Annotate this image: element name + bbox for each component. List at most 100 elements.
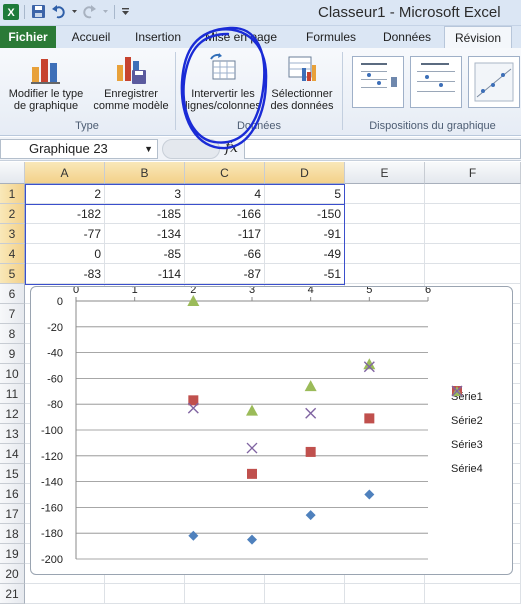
row-header-21[interactable]: 21: [0, 584, 25, 604]
cell-d1[interactable]: 5: [265, 184, 345, 204]
save-as-template-label: Enregistrer comme modèle: [93, 88, 169, 112]
column-header-f[interactable]: F: [425, 162, 521, 184]
row-header-15[interactable]: 15: [0, 464, 25, 484]
chart-object[interactable]: 0 -20 -40 -60 -80 -100 -120 -140 -160 -180 -200 0 1 2…: [30, 286, 513, 575]
cell-d2[interactable]: -150: [265, 204, 345, 224]
excel-logo-icon[interactable]: X: [2, 3, 19, 20]
cell-c3[interactable]: -117: [185, 224, 265, 244]
change-chart-type-button[interactable]: Modifier le type de graphique: [2, 52, 90, 112]
cell-f5[interactable]: [425, 264, 521, 284]
formula-input[interactable]: [244, 139, 521, 159]
cell-f3[interactable]: [425, 224, 521, 244]
x-tick-label: 6: [425, 287, 431, 296]
cell-f1[interactable]: [425, 184, 521, 204]
cell-e5[interactable]: [345, 264, 425, 284]
column-header-d[interactable]: D: [265, 162, 345, 184]
cell-d3[interactable]: -91: [265, 224, 345, 244]
save-as-template-button[interactable]: Enregistrer comme modèle: [90, 52, 172, 112]
row-header-2[interactable]: 2: [0, 204, 25, 224]
chevron-down-icon[interactable]: ▼: [144, 140, 153, 158]
cell-e2[interactable]: [345, 204, 425, 224]
cell-c2[interactable]: -166: [185, 204, 265, 224]
save-icon[interactable]: [30, 3, 47, 20]
data-point-serie1: [364, 489, 375, 500]
undo-icon[interactable]: [50, 3, 67, 20]
tab-insertion[interactable]: Insertion: [126, 26, 190, 48]
select-data-button[interactable]: Sélectionner des données: [266, 52, 338, 112]
cell-a5[interactable]: -83: [25, 264, 105, 284]
cell-c1[interactable]: 4: [185, 184, 265, 204]
row-header-3[interactable]: 3: [0, 224, 25, 244]
x-tick-label: 3: [249, 287, 255, 296]
row-header-17[interactable]: 17: [0, 504, 25, 524]
chart-layout-1[interactable]: [352, 56, 404, 108]
cell-a2[interactable]: -182: [25, 204, 105, 224]
cell-e4[interactable]: [345, 244, 425, 264]
row-header-14[interactable]: 14: [0, 444, 25, 464]
row-header-5[interactable]: 5: [0, 264, 25, 284]
row-header-16[interactable]: 16: [0, 484, 25, 504]
cell-b1[interactable]: 3: [105, 184, 185, 204]
x-tick-label: 4: [308, 287, 314, 296]
row-header-10[interactable]: 10: [0, 364, 25, 384]
cell-b4[interactable]: -85: [105, 244, 185, 264]
tab-formules[interactable]: Formules: [298, 26, 364, 48]
legend-entry[interactable]: Série2: [451, 386, 483, 433]
cell-c5[interactable]: -87: [185, 264, 265, 284]
chart-legend[interactable]: Série1 Série2 Série3 Série4: [451, 385, 483, 481]
column-header-e[interactable]: E: [345, 162, 425, 184]
row-header-11[interactable]: 11: [0, 384, 25, 404]
row-header-1[interactable]: 1: [0, 184, 25, 204]
row-header-20[interactable]: 20: [0, 564, 25, 584]
cell-f2[interactable]: [425, 204, 521, 224]
redo-dropdown-icon[interactable]: [101, 3, 109, 20]
cell-b21[interactable]: [105, 584, 185, 604]
redo-icon[interactable]: [81, 3, 98, 20]
cell-e21[interactable]: [345, 584, 425, 604]
cell-b3[interactable]: -134: [105, 224, 185, 244]
row-header-7[interactable]: 7: [0, 304, 25, 324]
switch-row-column-button[interactable]: Intervertir les lignes/colonnes: [180, 52, 266, 112]
cell-b2[interactable]: -185: [105, 204, 185, 224]
row-header-6[interactable]: 6: [0, 284, 25, 304]
row-header-13[interactable]: 13: [0, 424, 25, 444]
cell-a21[interactable]: [25, 584, 105, 604]
cell-a3[interactable]: -77: [25, 224, 105, 244]
tab-donnees[interactable]: Données: [374, 26, 440, 48]
name-box[interactable]: Graphique 23 ▼: [0, 139, 158, 159]
cell-c4[interactable]: -66: [185, 244, 265, 264]
row-header-19[interactable]: 19: [0, 544, 25, 564]
select-all-corner[interactable]: [0, 162, 25, 184]
tab-revision[interactable]: Révision: [444, 26, 512, 48]
column-header-b[interactable]: B: [105, 162, 185, 184]
undo-dropdown-icon[interactable]: [70, 3, 78, 20]
chart-layout-3[interactable]: [468, 56, 520, 108]
cell-e3[interactable]: [345, 224, 425, 244]
cell-b5[interactable]: -114: [105, 264, 185, 284]
insert-function-button[interactable]: fx: [225, 140, 238, 156]
cell-d21[interactable]: [265, 584, 345, 604]
row-header-8[interactable]: 8: [0, 324, 25, 344]
legend-entry[interactable]: Série4: [451, 385, 483, 481]
cell-f21[interactable]: [425, 584, 521, 604]
row-header-9[interactable]: 9: [0, 344, 25, 364]
column-header-a[interactable]: A: [25, 162, 105, 184]
cell-f4[interactable]: [425, 244, 521, 264]
cell-c21[interactable]: [185, 584, 265, 604]
cell-e1[interactable]: [345, 184, 425, 204]
column-header-c[interactable]: C: [185, 162, 265, 184]
cell-d5[interactable]: -51: [265, 264, 345, 284]
customize-toolbar-icon[interactable]: [120, 3, 130, 20]
cell-a1[interactable]: 2: [25, 184, 105, 204]
row-header-12[interactable]: 12: [0, 404, 25, 424]
row-header-4[interactable]: 4: [0, 244, 25, 264]
tab-accueil[interactable]: Accueil: [62, 26, 120, 48]
legend-entry[interactable]: Série3: [451, 386, 483, 457]
cell-d4[interactable]: -49: [265, 244, 345, 264]
tab-fichier[interactable]: Fichier: [0, 26, 56, 48]
tab-mise-en-page[interactable]: Mise en page: [198, 26, 284, 48]
row-header-18[interactable]: 18: [0, 524, 25, 544]
chart-layout-2[interactable]: [410, 56, 462, 108]
y-tick-label: -20: [47, 322, 63, 334]
cell-a4[interactable]: 0: [25, 244, 105, 264]
